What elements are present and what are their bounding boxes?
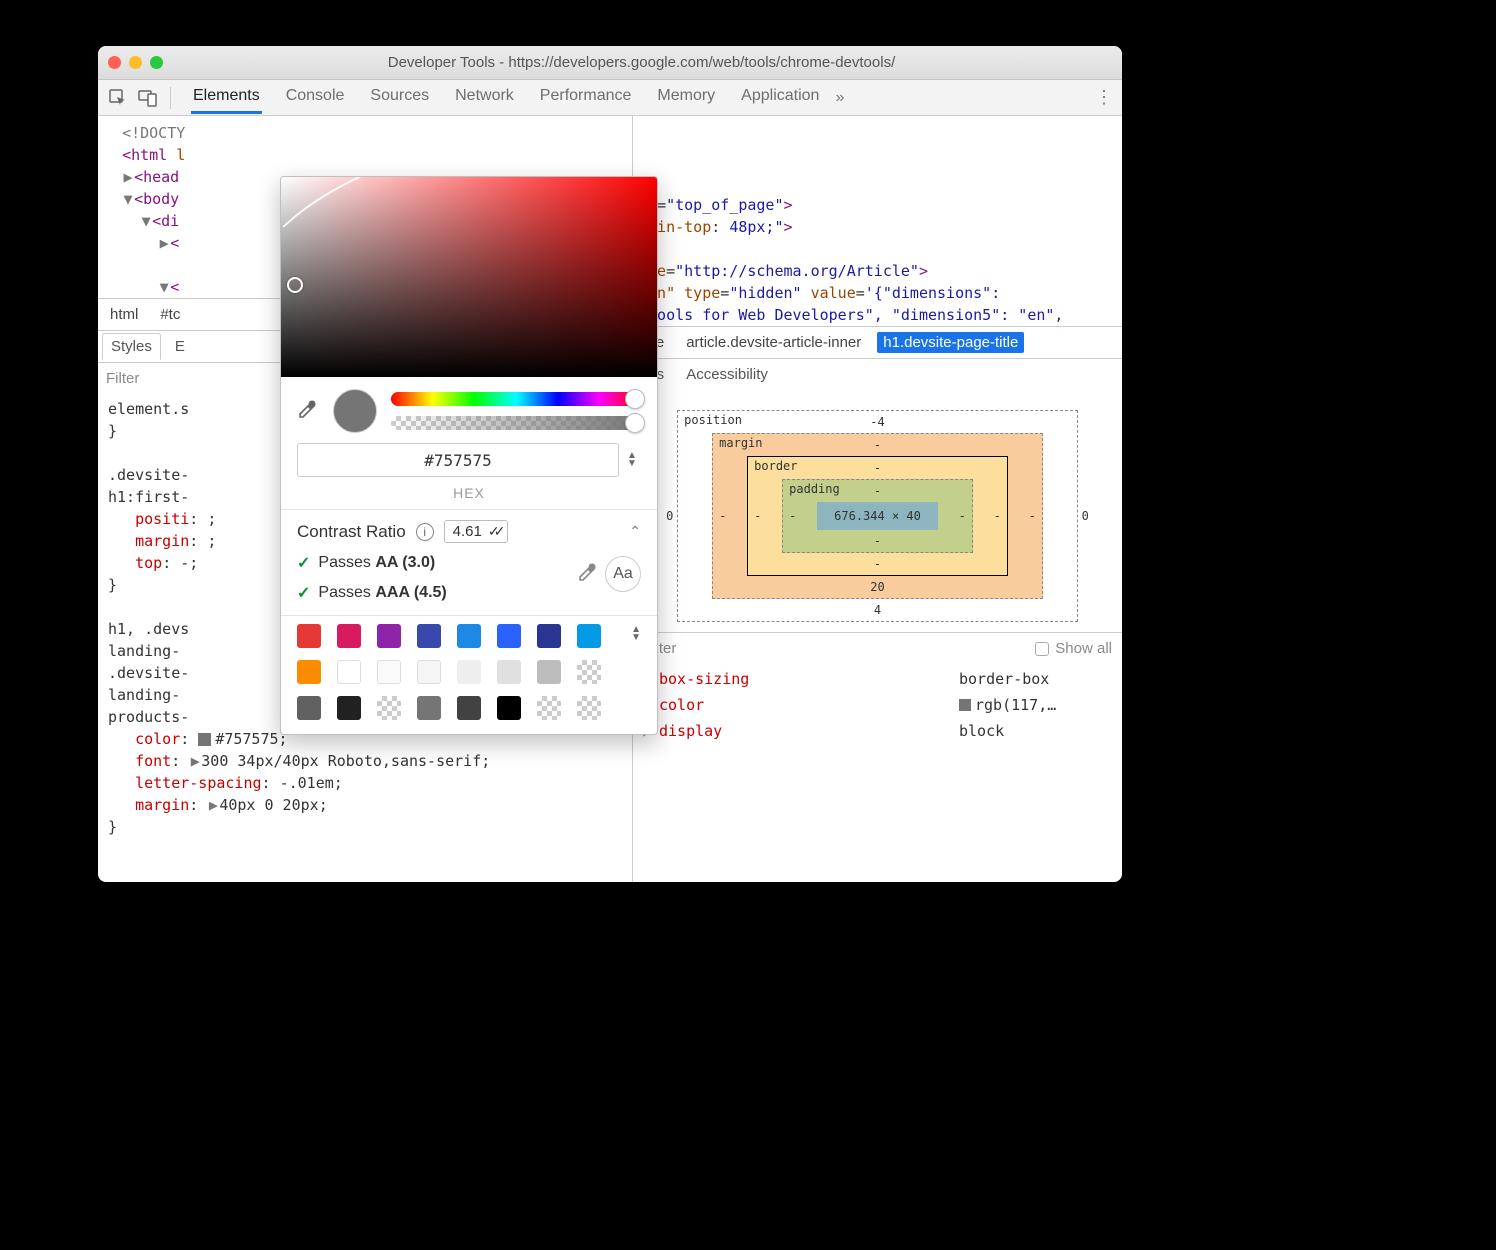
palette-swatch[interactable] <box>497 660 521 684</box>
styles-filter-input[interactable]: Filter <box>106 370 139 387</box>
palette-swatch[interactable] <box>377 696 401 720</box>
main-toolbar: Elements Console Sources Network Perform… <box>98 80 1122 116</box>
tab-network[interactable]: Network <box>453 81 516 114</box>
breadcrumb-item[interactable]: html <box>104 304 144 325</box>
contrast-title: Contrast Ratio <box>297 522 406 542</box>
hex-input[interactable] <box>297 443 619 477</box>
contrast-eyedropper-icon[interactable] <box>577 563 597 586</box>
inspect-icon[interactable] <box>106 86 130 110</box>
breadcrumb-right: clearticle.devsite-article-innerh1.devsi… <box>633 326 1122 358</box>
close-icon[interactable] <box>108 56 121 69</box>
hue-thumb[interactable] <box>625 389 645 409</box>
palette-swatch[interactable] <box>457 660 481 684</box>
tab-events[interactable]: E <box>167 334 193 359</box>
traffic-lights <box>108 56 163 69</box>
hex-label: HEX <box>281 485 657 509</box>
color-picker-popover: ▲▼ HEX Contrast Ratio i 4.61 ✓✓ ⌃ ✓Passe… <box>280 176 658 735</box>
palette-swatch[interactable] <box>577 696 601 720</box>
boxmodel-padding-label: padding <box>789 482 840 496</box>
color-spectrum[interactable] <box>281 177 657 377</box>
palette-swatch[interactable] <box>297 660 321 684</box>
palette: ▲▼ <box>281 616 657 734</box>
palette-swatch[interactable] <box>417 624 441 648</box>
contrast-collapse-icon[interactable]: ⌃ <box>629 523 641 540</box>
tab-performance[interactable]: Performance <box>538 81 634 114</box>
boxmodel-position-label: position <box>684 413 742 427</box>
palette-swatch[interactable] <box>417 696 441 720</box>
palette-swatch[interactable] <box>497 696 521 720</box>
eyedropper-icon[interactable] <box>297 400 319 422</box>
palette-swatch[interactable] <box>537 660 561 684</box>
tab-console[interactable]: Console <box>284 81 347 114</box>
palette-swatch[interactable] <box>497 624 521 648</box>
tab-accessibility[interactable]: Accessibility <box>678 362 776 387</box>
more-tabs-icon[interactable]: » <box>835 89 844 107</box>
hue-slider[interactable] <box>391 392 641 406</box>
tab-sources[interactable]: Sources <box>368 81 431 114</box>
computed-filter-row: Filter Show all <box>633 632 1122 664</box>
palette-swatch[interactable] <box>457 696 481 720</box>
info-icon[interactable]: i <box>416 523 434 541</box>
palette-swatch[interactable] <box>537 696 561 720</box>
panel-tabs: Elements Console Sources Network Perform… <box>191 81 821 114</box>
show-all-checkbox[interactable] <box>1035 642 1049 656</box>
sidebar-tabs-right: ies Accessibility <box>633 358 1122 390</box>
boxmodel-margin-label: margin <box>719 436 762 450</box>
zoom-icon[interactable] <box>150 56 163 69</box>
palette-swatch[interactable] <box>537 624 561 648</box>
tab-memory[interactable]: Memory <box>655 81 717 114</box>
box-model: position -4 4 0 0 margin - 20 - - bord <box>633 390 1122 632</box>
palette-swatch[interactable] <box>337 660 361 684</box>
window-title: Developer Tools - https://developers.goo… <box>171 54 1112 71</box>
alpha-thumb[interactable] <box>625 413 645 433</box>
tab-styles[interactable]: Styles <box>102 333 161 360</box>
palette-swatch[interactable] <box>577 660 601 684</box>
breadcrumb-item[interactable]: h1.devsite-page-title <box>877 332 1024 353</box>
palette-swatch[interactable] <box>297 696 321 720</box>
dom-tree-right[interactable]: id="top_of_page">rgin-top: 48px;">erype=… <box>633 116 1122 326</box>
contrast-ratio-badge: 4.61 ✓✓ <box>444 520 509 543</box>
format-stepper[interactable]: ▲▼ <box>627 452 641 468</box>
breadcrumb-item[interactable]: #tc <box>154 304 186 325</box>
right-pane: id="top_of_page">rgin-top: 48px;">erype=… <box>633 116 1122 882</box>
settings-menu-icon[interactable]: ⋮ <box>1095 87 1114 108</box>
palette-swatch[interactable] <box>297 624 321 648</box>
check-icon: ✓ <box>297 553 310 573</box>
spectrum-handle[interactable] <box>287 277 303 293</box>
contrast-curve <box>281 177 657 377</box>
devtools-window: Developer Tools - https://developers.goo… <box>98 46 1122 882</box>
minimize-icon[interactable] <box>129 56 142 69</box>
boxmodel-border-label: border <box>754 459 797 473</box>
palette-swatch[interactable] <box>457 624 481 648</box>
palette-swatch[interactable] <box>577 624 601 648</box>
breadcrumb-item[interactable]: article.devsite-article-inner <box>680 332 867 353</box>
show-all-label: Show all <box>1055 640 1112 657</box>
alpha-slider[interactable] <box>391 416 641 430</box>
check-icon: ✓ <box>297 583 310 603</box>
computed-list[interactable]: ▶box-sizingborder-box▶colorrgb(117,…▶dis… <box>633 664 1122 882</box>
tab-application[interactable]: Application <box>739 81 821 114</box>
palette-swatch[interactable] <box>377 624 401 648</box>
current-color-swatch <box>333 389 377 433</box>
palette-swatch[interactable] <box>417 660 441 684</box>
boxmodel-content: 676.344 × 40 <box>817 502 938 530</box>
tab-elements[interactable]: Elements <box>191 81 262 114</box>
palette-stepper[interactable]: ▲▼ <box>631 626 641 642</box>
palette-swatch[interactable] <box>337 696 361 720</box>
device-toggle-icon[interactable] <box>136 86 160 110</box>
palette-swatch[interactable] <box>337 624 361 648</box>
text-color-toggle[interactable]: Aa <box>605 556 641 592</box>
palette-swatch[interactable] <box>377 660 401 684</box>
titlebar: Developer Tools - https://developers.goo… <box>98 46 1122 80</box>
